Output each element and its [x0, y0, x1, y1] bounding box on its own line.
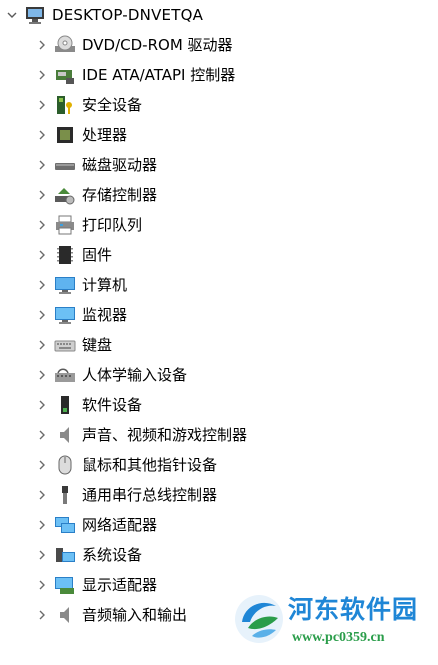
- tree-item[interactable]: 固件: [32, 240, 112, 270]
- chevron-right-icon[interactable]: [32, 390, 52, 420]
- mouse-icon: [52, 452, 78, 478]
- tree-item[interactable]: 安全设备: [32, 90, 142, 120]
- processor-icon: [52, 122, 78, 148]
- computer-monitor-icon: [52, 272, 78, 298]
- chevron-right-icon[interactable]: [32, 330, 52, 360]
- tree-item[interactable]: 监视器: [32, 300, 127, 330]
- chevron-right-icon[interactable]: [32, 180, 52, 210]
- chevron-right-icon[interactable]: [32, 600, 52, 630]
- tree-item[interactable]: 键盘: [32, 330, 112, 360]
- watermark: 河东软件园 www.pc0359.cn: [232, 590, 438, 660]
- tree-item[interactable]: 打印队列: [32, 210, 142, 240]
- tree-item-label: 计算机: [82, 276, 128, 294]
- computer-icon: [22, 2, 48, 28]
- tree-item[interactable]: 声音、视频和游戏控制器: [32, 420, 247, 450]
- watermark-url: www.pc0359.cn: [292, 630, 385, 645]
- tree-item-label: DVD/CD-ROM 驱动器: [82, 36, 233, 54]
- tree-item-label: 存储控制器: [82, 186, 158, 204]
- chevron-right-icon[interactable]: [32, 570, 52, 600]
- system-device-icon: [52, 542, 78, 568]
- tree-item-label: 键盘: [82, 336, 113, 354]
- tree-item[interactable]: 存储控制器: [32, 180, 157, 210]
- network-adapter-icon: [52, 512, 78, 538]
- chevron-right-icon[interactable]: [32, 210, 52, 240]
- tree-item-label: 声音、视频和游戏控制器: [82, 426, 248, 444]
- chevron-right-icon[interactable]: [32, 30, 52, 60]
- tree-item[interactable]: 显示适配器: [32, 570, 157, 600]
- tree-item-label: 网络适配器: [82, 516, 158, 534]
- chevron-right-icon[interactable]: [32, 270, 52, 300]
- tree-item[interactable]: 音频输入和输出: [32, 600, 187, 630]
- watermark-logo-icon: [232, 592, 286, 646]
- tree-item-label: 监视器: [82, 306, 128, 324]
- tree-item[interactable]: 处理器: [32, 120, 127, 150]
- tree-item[interactable]: 计算机: [32, 270, 127, 300]
- chevron-right-icon[interactable]: [32, 300, 52, 330]
- tree-item[interactable]: IDE ATA/ATAPI 控制器: [32, 60, 235, 90]
- tree-item-label: 系统设备: [82, 546, 143, 564]
- monitor-icon: [52, 302, 78, 328]
- usb-icon: [52, 482, 78, 508]
- audio-io-icon: [52, 602, 78, 628]
- watermark-title: 河东软件园: [288, 595, 419, 624]
- tree-item-label: 磁盘驱动器: [82, 156, 158, 174]
- chevron-right-icon[interactable]: [32, 420, 52, 450]
- chevron-right-icon[interactable]: [32, 240, 52, 270]
- tree-item[interactable]: 鼠标和其他指针设备: [32, 450, 217, 480]
- chevron-right-icon[interactable]: [32, 450, 52, 480]
- tree-item[interactable]: DVD/CD-ROM 驱动器: [32, 30, 233, 60]
- chevron-right-icon[interactable]: [32, 540, 52, 570]
- tree-item-label: 通用串行总线控制器: [82, 486, 218, 504]
- tree-item-label: 鼠标和其他指针设备: [82, 456, 218, 474]
- software-device-icon: [52, 392, 78, 418]
- ide-controller-icon: [52, 62, 78, 88]
- chevron-right-icon[interactable]: [32, 60, 52, 90]
- firmware-icon: [52, 242, 78, 268]
- tree-item-label: 处理器: [82, 126, 128, 144]
- display-adapter-icon: [52, 572, 78, 598]
- tree-item[interactable]: 磁盘驱动器: [32, 150, 157, 180]
- chevron-right-icon[interactable]: [32, 90, 52, 120]
- chevron-right-icon[interactable]: [32, 120, 52, 150]
- printer-icon: [52, 212, 78, 238]
- disk-drive-icon: [52, 152, 78, 178]
- tree-item-label: 显示适配器: [82, 576, 158, 594]
- chevron-right-icon[interactable]: [32, 480, 52, 510]
- storage-controller-icon: [52, 182, 78, 208]
- chevron-right-icon[interactable]: [32, 510, 52, 540]
- dvd-drive-icon: [52, 32, 78, 58]
- security-device-icon: [52, 92, 78, 118]
- chevron-right-icon[interactable]: [32, 150, 52, 180]
- tree-item-label: 人体学输入设备: [82, 366, 188, 384]
- tree-root[interactable]: DESKTOP-DNVETQA: [2, 0, 203, 30]
- tree-item-label: 安全设备: [82, 96, 143, 114]
- tree-item[interactable]: 网络适配器: [32, 510, 157, 540]
- device-tree: DESKTOP-DNVETQA DVD/CD-ROM 驱动器 IDE ATA/AT…: [0, 0, 438, 665]
- hid-icon: [52, 362, 78, 388]
- tree-item-label: 打印队列: [82, 216, 143, 234]
- tree-item[interactable]: 通用串行总线控制器: [32, 480, 217, 510]
- tree-item[interactable]: 软件设备: [32, 390, 142, 420]
- tree-item-label: 音频输入和输出: [82, 606, 188, 624]
- tree-item-label: 固件: [82, 246, 113, 264]
- tree-item-label: 软件设备: [82, 396, 143, 414]
- keyboard-icon: [52, 332, 78, 358]
- root-label: DESKTOP-DNVETQA: [52, 6, 204, 24]
- tree-item[interactable]: 系统设备: [32, 540, 142, 570]
- tree-item[interactable]: 人体学输入设备: [32, 360, 187, 390]
- speaker-icon: [52, 422, 78, 448]
- tree-item-label: IDE ATA/ATAPI 控制器: [82, 66, 236, 84]
- chevron-down-icon[interactable]: [2, 0, 22, 30]
- chevron-right-icon[interactable]: [32, 360, 52, 390]
